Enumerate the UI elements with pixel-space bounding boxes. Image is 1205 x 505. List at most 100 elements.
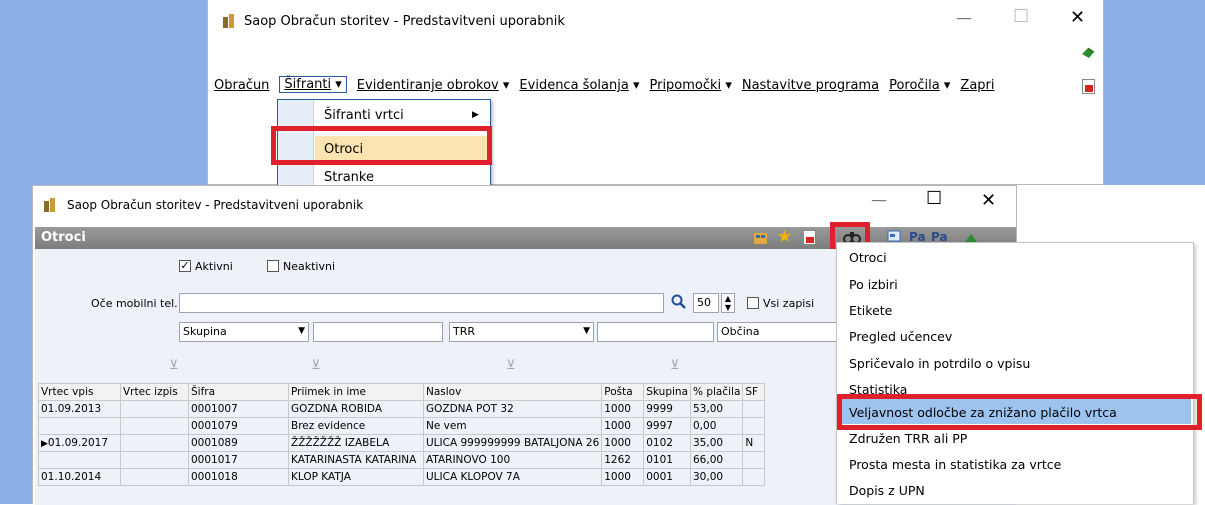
column-header[interactable]: SF (742, 383, 766, 401)
highlight-otroci (271, 126, 492, 165)
table-row-current[interactable]: ▶01.09.2017 0001089 ŽŽŽŽŽŽŽ IZABELA ULIC… (38, 434, 766, 452)
table-cell: 9999 (643, 400, 691, 418)
aktivni-checkbox[interactable]: ✓ (179, 260, 191, 272)
table-row[interactable]: 0001017 KATARINASTA KATARINA ATARINOVO 1… (38, 451, 766, 469)
table-cell: ATARINOVO 100 (422, 451, 603, 469)
context-item-spricevalo[interactable]: Spričevalo in potrdilo o vpisu (849, 356, 1030, 371)
close-button[interactable]: ✕ (1070, 9, 1085, 27)
submenu-arrow-icon: ▶ (472, 110, 479, 120)
filter-icon[interactable]: ⊻ (311, 358, 321, 373)
menu-sifranti[interactable]: Šifranti ▾ (279, 76, 347, 93)
obcina-field-value: Občina (721, 325, 760, 338)
context-item-po-izbiri[interactable]: Po izbiri (849, 277, 898, 292)
menu-evidentiranje-obrokov[interactable]: Evidentiranje obrokov ▾ (357, 78, 510, 93)
column-header[interactable]: Šifra (188, 383, 289, 401)
menu-nastavitve-programa[interactable]: Nastavitve programa (742, 78, 879, 93)
filter-icon[interactable]: ⊻ (670, 358, 680, 373)
table-cell: 30,00 (689, 468, 744, 486)
obcina-field[interactable]: Občina (717, 322, 837, 342)
table-row[interactable]: 01.09.2013 0001007 GOZDNA ROBIDA GOZDNA … (38, 400, 766, 418)
record-count-spinner[interactable]: ▲ ▼ (721, 293, 735, 313)
table-header-row: Vrtec vpis Vrtec izpis Šifra Priimek in … (38, 383, 766, 401)
menu-zapri[interactable]: Zapri (960, 78, 994, 93)
table-cell: GOZDNA POT 32 (422, 400, 603, 418)
chevron-down-icon[interactable]: ▼ (583, 326, 590, 336)
highlight-veljavnost (837, 394, 1202, 430)
column-header[interactable]: Skupina (643, 383, 691, 401)
table-cell: 0001079 (188, 417, 289, 435)
skupina-combo-value: Skupina (183, 325, 227, 338)
pdf-icon[interactable] (1082, 79, 1095, 94)
filter-icon[interactable]: ⊻ (169, 358, 179, 373)
table-row[interactable]: 0001079 Brez evidence Ne vem 1000 9997 0… (38, 417, 766, 435)
dropdown-item-stranke[interactable]: Stranke (324, 170, 374, 185)
table-cell (742, 417, 766, 435)
desktop-background-left (0, 0, 207, 185)
skupina-value-input[interactable] (313, 322, 443, 342)
child-minimize-button[interactable]: — (871, 192, 887, 208)
filter-icon[interactable]: ⊻ (506, 358, 516, 373)
column-header[interactable]: Priimek in ime (288, 383, 424, 401)
column-header[interactable]: Vrtec vpis (38, 383, 121, 401)
trr-combo[interactable]: TRR ▼ (449, 322, 594, 342)
table-cell: Ne vem (422, 417, 603, 435)
table-cell: GOZDNA ROBIDA (288, 400, 424, 418)
menu-evidenca-solanja[interactable]: Evidenca šolanja ▾ (519, 78, 639, 93)
minimize-button[interactable]: — (956, 10, 972, 26)
export-icon[interactable] (803, 230, 817, 246)
table-cell (120, 468, 189, 486)
context-item-zdruzen-trr[interactable]: Združen TRR ali PP (849, 431, 967, 446)
column-header[interactable]: Vrtec izpis (120, 383, 189, 401)
column-header[interactable]: Pošta (601, 383, 645, 401)
menu-pripomocki[interactable]: Pripomočki ▾ (649, 78, 731, 93)
table-cell (120, 451, 189, 469)
maximize-button[interactable]: ☐ (1013, 8, 1029, 26)
table-row[interactable]: 01.10.2014 0001018 KLOP KATJA ULICA KLOP… (38, 468, 766, 486)
neaktivni-checkbox[interactable] (267, 260, 279, 272)
trr-combo-value: TRR (453, 325, 476, 338)
record-count-input[interactable]: 50 (693, 293, 719, 313)
trr-value-input[interactable] (597, 322, 714, 342)
context-item-etikete[interactable]: Etikete (849, 303, 892, 318)
context-item-dopis-upn[interactable]: Dopis z UPN (849, 483, 925, 498)
menu-obracun[interactable]: Obračun (214, 78, 269, 93)
table-cell: 0101 (643, 451, 691, 469)
dropdown-item-sifranti-vrtci[interactable]: Šifranti vrtci (324, 108, 404, 123)
table-cell: 35,00 (689, 434, 744, 452)
exit-green-icon[interactable] (1080, 44, 1096, 60)
vsi-zapisi-checkbox[interactable] (747, 297, 759, 309)
app-icon (222, 13, 236, 29)
context-item-otroci[interactable]: Otroci (849, 250, 887, 265)
child-window-title: Saop Obračun storitev - Predstavitveni u… (67, 198, 364, 212)
context-item-prosta-mesta[interactable]: Prosta mesta in statistika za vrtce (849, 457, 1061, 472)
table-cell: 1000 (601, 400, 645, 418)
menu-porocila[interactable]: Poročila ▾ (889, 78, 950, 93)
main-window-title: Saop Obračun storitev - Predstavitveni u… (244, 14, 565, 29)
table-cell-text: 01.09.2017 (47, 437, 109, 449)
table-cell: ULICA KLOPOV 7A (422, 468, 603, 486)
star-icon[interactable]: ★ (777, 227, 792, 247)
table-cell: 1000 (601, 434, 645, 452)
chevron-down-icon[interactable]: ▼ (298, 326, 305, 336)
table-cell: 0,00 (689, 417, 744, 435)
table-cell: ULICA 999999999 BATALJONA 26 (422, 434, 603, 452)
table-cell: KATARINASTA KATARINA (288, 451, 424, 469)
context-item-pregled-ucencev[interactable]: Pregled učencev (849, 329, 952, 344)
search-icon[interactable] (671, 294, 687, 310)
search-field-label: Oče mobilni tel. (91, 297, 178, 310)
child-close-button[interactable]: ✕ (981, 192, 996, 210)
toolbar-grid-icon[interactable] (753, 230, 769, 246)
table-cell: 9997 (643, 417, 691, 435)
table-cell (38, 451, 121, 469)
table-cell: 01.09.2013 (38, 400, 121, 418)
table-cell (38, 417, 121, 435)
column-header[interactable]: Naslov (422, 383, 603, 401)
table-cell (120, 400, 189, 418)
skupina-combo[interactable]: Skupina ▼ (179, 322, 309, 342)
column-header[interactable]: % plačila (689, 383, 744, 401)
aktivni-label: Aktivni (195, 260, 233, 273)
search-input[interactable] (179, 293, 664, 313)
table-cell: N (742, 434, 766, 452)
child-maximize-button[interactable]: ☐ (926, 190, 942, 208)
vsi-zapisi-label: Vsi zapisi (763, 297, 815, 310)
